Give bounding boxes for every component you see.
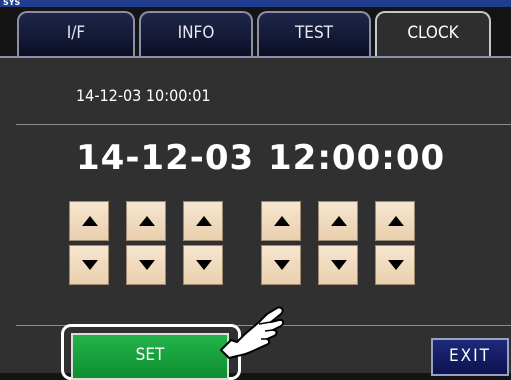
tab-info[interactable]: INFO	[139, 11, 253, 56]
tab-clock[interactable]: CLOCK	[375, 11, 491, 56]
minute-up-button[interactable]	[318, 201, 358, 241]
divider-top	[16, 124, 511, 125]
date-setting: 14-12-03	[76, 138, 255, 178]
triangle-up-icon	[331, 216, 347, 226]
second-down-button[interactable]	[375, 245, 415, 285]
time-setting: 12:00:00	[268, 138, 446, 178]
tab-if[interactable]: I/F	[17, 11, 135, 56]
triangle-up-icon	[274, 216, 290, 226]
triangle-down-icon	[139, 260, 155, 270]
triangle-up-icon	[139, 216, 155, 226]
triangle-up-icon	[196, 216, 212, 226]
triangle-up-icon	[82, 216, 98, 226]
title-bar: SYS	[0, 0, 511, 7]
second-up-button[interactable]	[375, 201, 415, 241]
triangle-up-icon	[388, 216, 404, 226]
year-down-button[interactable]	[69, 245, 109, 285]
pointing-hand-icon	[220, 306, 285, 359]
triangle-down-icon	[82, 260, 98, 270]
hour-down-button[interactable]	[261, 245, 301, 285]
tab-test[interactable]: TEST	[257, 11, 371, 56]
day-down-button[interactable]	[183, 245, 223, 285]
current-time-readout: 14-12-03 10:00:01	[76, 86, 211, 105]
minute-down-button[interactable]	[318, 245, 358, 285]
set-button[interactable]: SET	[71, 333, 229, 380]
year-up-button[interactable]	[69, 201, 109, 241]
month-down-button[interactable]	[126, 245, 166, 285]
exit-button[interactable]: EXIT	[431, 338, 509, 376]
day-up-button[interactable]	[183, 201, 223, 241]
triangle-down-icon	[196, 260, 212, 270]
triangle-down-icon	[274, 260, 290, 270]
triangle-down-icon	[388, 260, 404, 270]
month-up-button[interactable]	[126, 201, 166, 241]
hour-up-button[interactable]	[261, 201, 301, 241]
triangle-down-icon	[331, 260, 347, 270]
